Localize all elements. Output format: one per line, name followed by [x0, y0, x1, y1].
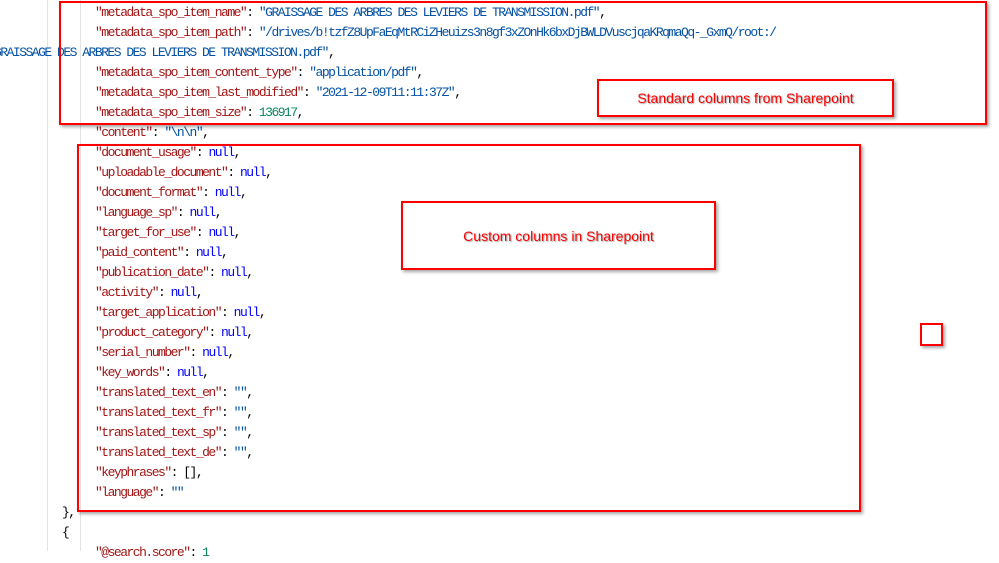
- standard-columns-label: Standard columns from Sharepoint: [597, 79, 894, 117]
- custom-columns-label: Custom columns in Sharepoint: [401, 201, 716, 270]
- indent-guide: [47, 0, 48, 551]
- json-key: "content": [95, 125, 153, 140]
- empty-annotation-square: [920, 323, 943, 346]
- json-value: 1: [202, 545, 210, 560]
- custom-columns-highlight: [77, 144, 861, 512]
- punctuation: :: [151, 125, 165, 140]
- open-brace: {: [62, 525, 70, 540]
- close-brace: },: [62, 505, 76, 520]
- json-line: "@search.score": 1: [95, 543, 210, 563]
- json-key: "@search.score": [95, 545, 191, 560]
- json-delimiter: ,: [202, 125, 210, 140]
- punctuation: :: [189, 545, 203, 560]
- json-line: "content": "\n\n",: [95, 123, 210, 143]
- json-value: "\n\n": [164, 125, 203, 140]
